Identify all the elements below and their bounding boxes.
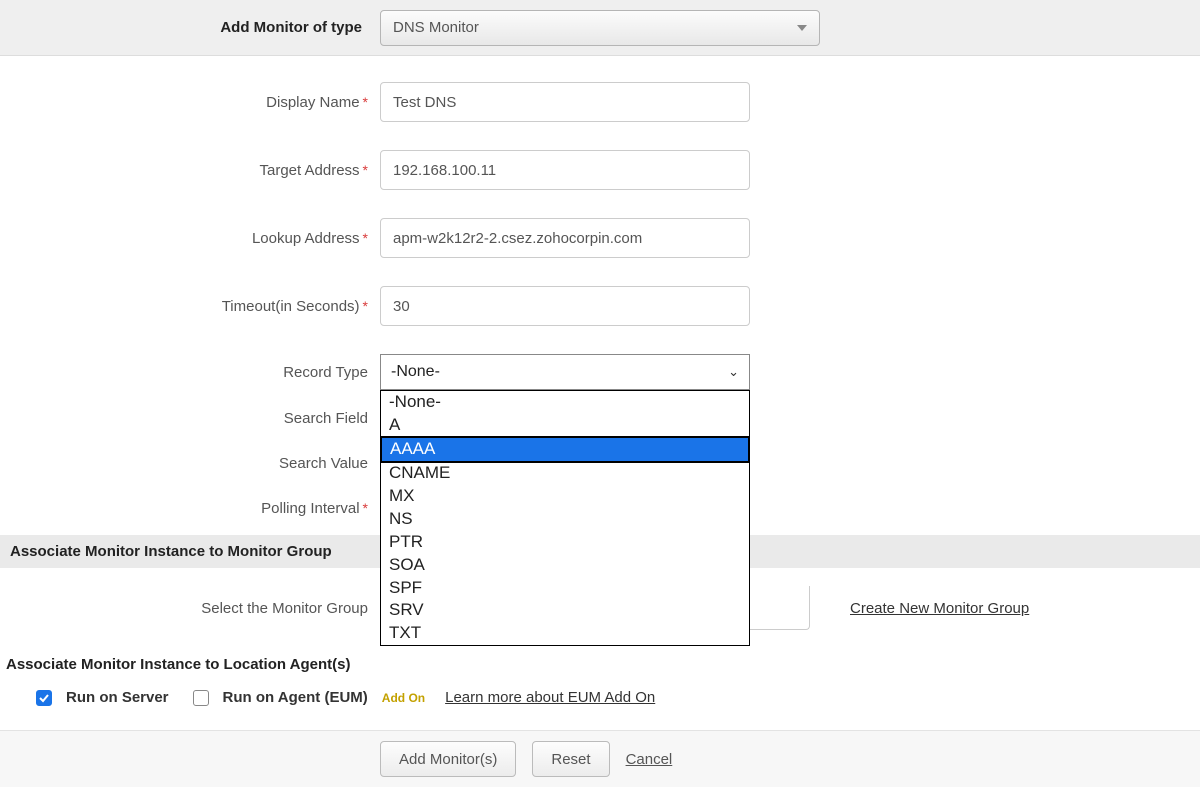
timeout-input[interactable]: [380, 286, 750, 326]
lookup-address-input[interactable]: [380, 218, 750, 258]
form: Display Name Target Address Lookup Addre…: [0, 56, 1200, 787]
cancel-link[interactable]: Cancel: [626, 751, 673, 768]
record-type-option[interactable]: SOA: [381, 554, 749, 577]
run-on-agent-checkbox[interactable]: [193, 690, 209, 706]
record-type-label: Record Type: [0, 364, 380, 381]
create-monitor-group-link[interactable]: Create New Monitor Group: [850, 600, 1029, 617]
record-type-value: -None-: [391, 363, 440, 381]
row-display-name: Display Name: [0, 82, 1200, 122]
header-bar: Add Monitor of type DNS Monitor: [0, 0, 1200, 56]
check-icon: [38, 692, 50, 704]
polling-interval-label: Polling Interval: [0, 500, 380, 517]
run-on-server-label: Run on Server: [66, 689, 169, 706]
record-type-option[interactable]: MX: [381, 485, 749, 508]
record-type-option[interactable]: -None-: [381, 391, 749, 414]
caret-down-icon: [797, 25, 807, 31]
record-type-option[interactable]: AAAA: [380, 436, 750, 463]
reset-button[interactable]: Reset: [532, 741, 609, 777]
timeout-label: Timeout(in Seconds): [0, 298, 380, 315]
record-type-option[interactable]: A: [381, 414, 749, 437]
run-on-server-checkbox[interactable]: [36, 690, 52, 706]
record-type-option[interactable]: SRV: [381, 599, 749, 622]
section-location-agent: Associate Monitor Instance to Location A…: [0, 652, 1200, 677]
record-type-options: -None-AAAAACNAMEMXNSPTRSOASPFSRVTXT: [380, 390, 750, 646]
header-label: Add Monitor of type: [0, 19, 380, 36]
lookup-address-label: Lookup Address: [0, 230, 380, 247]
record-type-option[interactable]: CNAME: [381, 462, 749, 485]
chevron-down-icon: ⌄: [728, 364, 739, 380]
search-field-label: Search Field: [0, 410, 380, 427]
search-value-label: Search Value: [0, 455, 380, 472]
record-type-option[interactable]: PTR: [381, 531, 749, 554]
target-address-input[interactable]: [380, 150, 750, 190]
target-address-label: Target Address: [0, 162, 380, 179]
monitor-type-value: DNS Monitor: [393, 19, 479, 36]
display-name-input[interactable]: [380, 82, 750, 122]
row-timeout: Timeout(in Seconds): [0, 286, 1200, 326]
addon-badge: Add On: [382, 691, 425, 705]
record-type-select[interactable]: -None- ⌄: [380, 354, 750, 390]
record-type-option[interactable]: SPF: [381, 577, 749, 600]
record-type-option[interactable]: TXT: [381, 622, 749, 645]
learn-more-link[interactable]: Learn more about EUM Add On: [445, 689, 655, 706]
row-target-address: Target Address: [0, 150, 1200, 190]
select-monitor-group-label: Select the Monitor Group: [0, 600, 380, 617]
footer: Add Monitor(s) Reset Cancel: [0, 730, 1200, 787]
record-type-option[interactable]: NS: [381, 508, 749, 531]
row-lookup-address: Lookup Address: [0, 218, 1200, 258]
row-location-agents: Run on Server Run on Agent (EUM) Add On …: [0, 677, 1200, 730]
monitor-type-dropdown[interactable]: DNS Monitor: [380, 10, 820, 46]
row-record-type: Record Type -None- ⌄ -None-AAAAACNAMEMXN…: [0, 354, 1200, 390]
run-on-agent-label: Run on Agent (EUM): [223, 689, 368, 706]
add-monitor-button[interactable]: Add Monitor(s): [380, 741, 516, 777]
display-name-label: Display Name: [0, 94, 380, 111]
